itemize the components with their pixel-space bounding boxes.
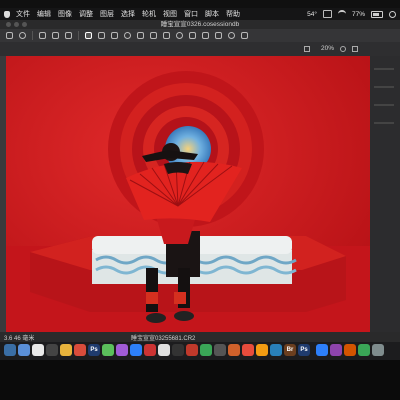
menu-edit[interactable]: 编辑 — [37, 9, 51, 19]
menu-layer[interactable]: 图层 — [100, 9, 114, 19]
panel-slider[interactable] — [374, 68, 394, 70]
battery-percent: 77% — [351, 10, 365, 18]
menu-select[interactable]: 选择 — [121, 9, 135, 19]
menu-script[interactable]: 脚本 — [205, 9, 219, 19]
music-icon[interactable] — [116, 344, 128, 356]
apple-icon[interactable] — [4, 10, 10, 18]
exif-readout: 3.6 46 毫米 — [4, 336, 35, 342]
app-icon[interactable] — [316, 344, 328, 356]
minimize-icon[interactable] — [14, 22, 19, 27]
crop-icon[interactable] — [6, 32, 13, 39]
safari-icon[interactable] — [32, 344, 44, 356]
clone-icon[interactable] — [124, 32, 131, 39]
window-title: 睡宝宣宣0326.cosessiondb — [160, 21, 240, 28]
text-icon[interactable] — [189, 32, 196, 39]
app-icon[interactable] — [256, 344, 268, 356]
app-icon[interactable] — [186, 344, 198, 356]
eyedropper-icon[interactable] — [176, 32, 183, 39]
menu-window[interactable]: 窗口 — [184, 9, 198, 19]
shape-icon[interactable] — [202, 32, 209, 39]
display-icon[interactable] — [322, 10, 332, 18]
brush-icon[interactable] — [98, 32, 105, 39]
heal-icon[interactable] — [137, 32, 144, 39]
menu-image[interactable]: 图像 — [58, 9, 72, 19]
fullscreen-icon[interactable] — [352, 46, 358, 52]
notes-icon[interactable] — [60, 344, 72, 356]
menu-view[interactable]: 视图 — [163, 9, 177, 19]
compare-icon[interactable] — [340, 46, 346, 52]
app-icon[interactable] — [270, 344, 282, 356]
finder-icon[interactable] — [4, 344, 16, 356]
wechat-icon[interactable] — [358, 344, 370, 356]
eraser-icon[interactable] — [111, 32, 118, 39]
messages-icon[interactable] — [102, 344, 114, 356]
app-icon[interactable] — [242, 344, 254, 356]
gradient-icon[interactable] — [163, 32, 170, 39]
pen-icon[interactable] — [85, 32, 92, 39]
circle-icon[interactable] — [228, 32, 235, 39]
app-icon[interactable] — [172, 344, 184, 356]
dock: Ps Br Ps — [0, 342, 400, 360]
panel-slider[interactable] — [374, 122, 394, 124]
status-bar: 3.6 46 毫米 睡宝宣宣03255681.CR2 — [0, 332, 400, 342]
photoshop-icon[interactable]: Ps — [298, 344, 310, 356]
battery-icon[interactable] — [371, 10, 383, 18]
zoom-level[interactable]: 20% — [321, 45, 334, 52]
close-icon[interactable] — [6, 22, 11, 27]
photoshop-icon[interactable]: Ps — [88, 344, 100, 356]
app-icon[interactable] — [344, 344, 356, 356]
window-title-bar: 睡宝宣宣0326.cosessiondb — [0, 20, 400, 29]
menu-adjust[interactable]: 调整 — [79, 9, 93, 19]
zoom-icon[interactable] — [65, 32, 72, 39]
toolbar-divider — [78, 31, 79, 40]
photo-image — [6, 56, 370, 332]
photo-canvas[interactable] — [6, 56, 370, 332]
line-icon[interactable] — [215, 32, 222, 39]
menu-bar: 文件 编辑 图像 调整 图层 选择 轮机 视图 窗口 脚本 帮助 54° 77% — [0, 8, 400, 20]
menu-help[interactable]: 帮助 — [226, 9, 240, 19]
status-area: 54° 77% — [307, 8, 396, 20]
right-panel[interactable] — [370, 56, 400, 332]
appstore-icon[interactable] — [130, 344, 142, 356]
wifi-icon[interactable] — [337, 10, 346, 18]
window-controls — [6, 22, 27, 27]
menu-camera[interactable]: 轮机 — [142, 9, 156, 19]
panel-slider[interactable] — [374, 86, 394, 88]
bridge-icon[interactable]: Br — [284, 344, 296, 356]
grid-view-icon[interactable] — [304, 46, 310, 52]
file-name: 睡宝宣宣03255681.CR2 — [131, 336, 196, 342]
tool-bar — [0, 29, 400, 42]
cursor-icon[interactable] — [39, 32, 46, 39]
app-icon[interactable] — [158, 344, 170, 356]
mask-icon[interactable] — [150, 32, 157, 39]
app-icon[interactable] — [228, 344, 240, 356]
search-icon[interactable] — [389, 10, 396, 18]
temperature-readout: 54° — [307, 10, 317, 18]
hand-icon[interactable] — [52, 32, 59, 39]
calendar-icon[interactable] — [74, 344, 86, 356]
rotate-icon[interactable] — [19, 32, 26, 39]
app-icon[interactable] — [330, 344, 342, 356]
toolbar-divider — [32, 31, 33, 40]
app-icon[interactable] — [46, 344, 58, 356]
app-icon[interactable] — [200, 344, 212, 356]
monitor-bezel — [0, 360, 400, 400]
menu-file[interactable]: 文件 — [16, 9, 30, 19]
app-icon[interactable] — [372, 344, 384, 356]
app-icon[interactable] — [214, 344, 226, 356]
panel-slider[interactable] — [374, 104, 394, 106]
launchpad-icon[interactable] — [18, 344, 30, 356]
options-bar: 20% — [0, 42, 400, 56]
zoom-window-icon[interactable] — [22, 22, 27, 27]
app-icon[interactable] — [144, 344, 156, 356]
grid-icon[interactable] — [241, 32, 248, 39]
